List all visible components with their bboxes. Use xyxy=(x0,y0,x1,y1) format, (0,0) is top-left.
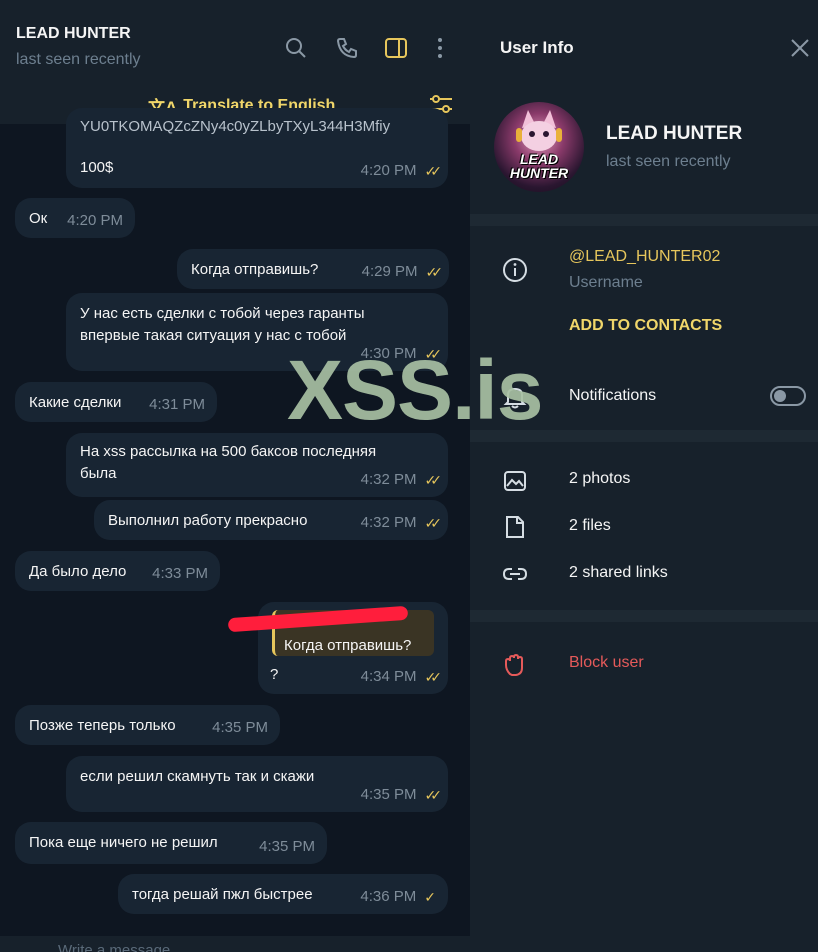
message-time: 4:29 PM xyxy=(361,263,418,280)
notifications-toggle[interactable] xyxy=(770,386,806,406)
message-time: 4:34 PM xyxy=(360,668,417,685)
photo-icon xyxy=(502,468,528,494)
message-bubble[interactable]: Выполнил работу прекрасно 4:32 PM ✓✓ xyxy=(94,500,448,540)
profile-name: LEAD HUNTER xyxy=(606,123,743,144)
avatar-logo-text: LEAD HUNTER xyxy=(509,151,569,181)
message-time: 4:20 PM xyxy=(67,212,123,229)
message-time: 4:20 PM xyxy=(360,162,417,179)
chat-pane: LEAD HUNTER last seen recently 文A Transl… xyxy=(0,0,470,952)
chat-header: LEAD HUNTER last seen recently xyxy=(0,0,470,84)
profile-section: User Info LEAD HUNTER LEAD HUNTER last s… xyxy=(470,0,818,214)
compose-bar: Write a message... xyxy=(0,936,470,952)
sent-tick-icon: ✓ xyxy=(424,889,436,905)
panel-title: User Info xyxy=(500,38,574,57)
message-bubble[interactable]: Ок 4:20 PM xyxy=(15,198,135,238)
message-bubble[interactable]: Какие сделки 4:31 PM xyxy=(15,382,217,422)
read-ticks-icon: ✓✓ xyxy=(424,472,443,488)
message-time: 4:35 PM xyxy=(212,719,268,736)
message-time: 4:32 PM xyxy=(360,471,417,488)
message-bubble[interactable]: Позже теперь только 4:35 PM xyxy=(15,705,280,745)
message-text: Ок xyxy=(29,210,48,227)
chat-status: last seen recently xyxy=(16,51,141,68)
reply-text: Когда отправишь? xyxy=(284,637,412,654)
message-bubble[interactable]: YU0TKOMAQZcZNy4c0yZLbyTXyL344H3Mfiy 100$… xyxy=(66,108,448,188)
read-ticks-icon: ✓✓ xyxy=(424,669,443,685)
photos-link[interactable]: 2 photos xyxy=(569,470,630,488)
profile-status: last seen recently xyxy=(606,153,731,170)
message-time: 4:35 PM xyxy=(259,838,315,855)
message-bubble[interactable]: Да было дело 4:33 PM xyxy=(15,551,220,591)
username-value[interactable]: @LEAD_HUNTER02 xyxy=(569,248,720,266)
message-text: На xss рассылка на 500 баксов последняя xyxy=(80,443,377,460)
message-text: YU0TKOMAQZcZNy4c0yZLbyTXyL344H3Mfiy xyxy=(80,118,391,135)
message-text: Пока еще ничего не решил xyxy=(29,834,218,851)
read-ticks-icon: ✓✓ xyxy=(425,264,444,280)
message-text: Когда отправишь? xyxy=(191,261,319,278)
message-time: 4:33 PM xyxy=(152,565,208,582)
read-ticks-icon: ✓✓ xyxy=(424,515,443,531)
message-bubble[interactable]: Когда отправишь? 4:29 PM ✓✓ xyxy=(177,249,449,289)
message-text: У нас есть сделки с тобой через гаранты xyxy=(80,305,365,322)
message-text: Да было дело xyxy=(29,563,127,580)
file-icon xyxy=(502,514,528,540)
message-text: Позже теперь только xyxy=(29,717,176,734)
actions-section: Block user xyxy=(470,622,818,952)
message-input[interactable]: Write a message... xyxy=(58,942,183,952)
message-text: 100$ xyxy=(80,159,114,176)
user-info-panel: User Info LEAD HUNTER LEAD HUNTER last s… xyxy=(470,0,818,952)
message-bubble[interactable]: тогда решай пжл быстрее 4:36 PM ✓ xyxy=(118,874,448,914)
message-text: Выполнил работу прекрасно xyxy=(108,512,308,529)
more-menu-icon[interactable] xyxy=(428,36,452,60)
search-icon[interactable] xyxy=(284,36,308,60)
message-time: 4:36 PM xyxy=(360,888,417,905)
close-icon[interactable] xyxy=(788,36,812,60)
username-label: Username xyxy=(569,274,643,291)
files-link[interactable]: 2 files xyxy=(569,517,611,535)
avatar[interactable]: LEAD HUNTER xyxy=(494,102,584,192)
message-text: ? xyxy=(270,666,279,683)
sidebar-toggle-icon[interactable] xyxy=(384,36,408,60)
add-to-contacts-button[interactable]: ADD TO CONTACTS xyxy=(569,317,722,335)
notifications-label: Notifications xyxy=(569,387,657,404)
info-icon xyxy=(502,257,528,283)
message-time: 4:35 PM xyxy=(360,786,417,803)
block-hand-icon xyxy=(502,652,528,678)
read-ticks-icon: ✓✓ xyxy=(424,163,443,179)
read-ticks-icon: ✓✓ xyxy=(424,787,443,803)
message-bubble[interactable]: На xss рассылка на 500 баксов последняя … xyxy=(66,433,448,497)
phone-icon[interactable] xyxy=(335,36,359,60)
shared-links-link[interactable]: 2 shared links xyxy=(569,564,668,582)
media-section: 2 photos 2 files 2 shared links xyxy=(470,442,818,610)
message-text: тогда решай пжл быстрее xyxy=(132,886,313,903)
message-time: 4:32 PM xyxy=(360,514,417,531)
message-text: Какие сделки xyxy=(29,394,122,411)
link-icon xyxy=(502,561,528,587)
message-time: 4:31 PM xyxy=(149,396,205,413)
message-bubble[interactable]: если решил скамнуть так и скажи 4:35 PM ✓… xyxy=(66,756,448,812)
block-user-button[interactable]: Block user xyxy=(569,654,644,672)
chat-title[interactable]: LEAD HUNTER xyxy=(16,25,131,43)
message-bubble[interactable]: Когда отправишь? ? 4:34 PM ✓✓ xyxy=(227,602,448,694)
message-bubble[interactable]: Пока еще ничего не решил 4:35 PM xyxy=(15,822,327,864)
watermark: XSS.is xyxy=(287,343,543,437)
